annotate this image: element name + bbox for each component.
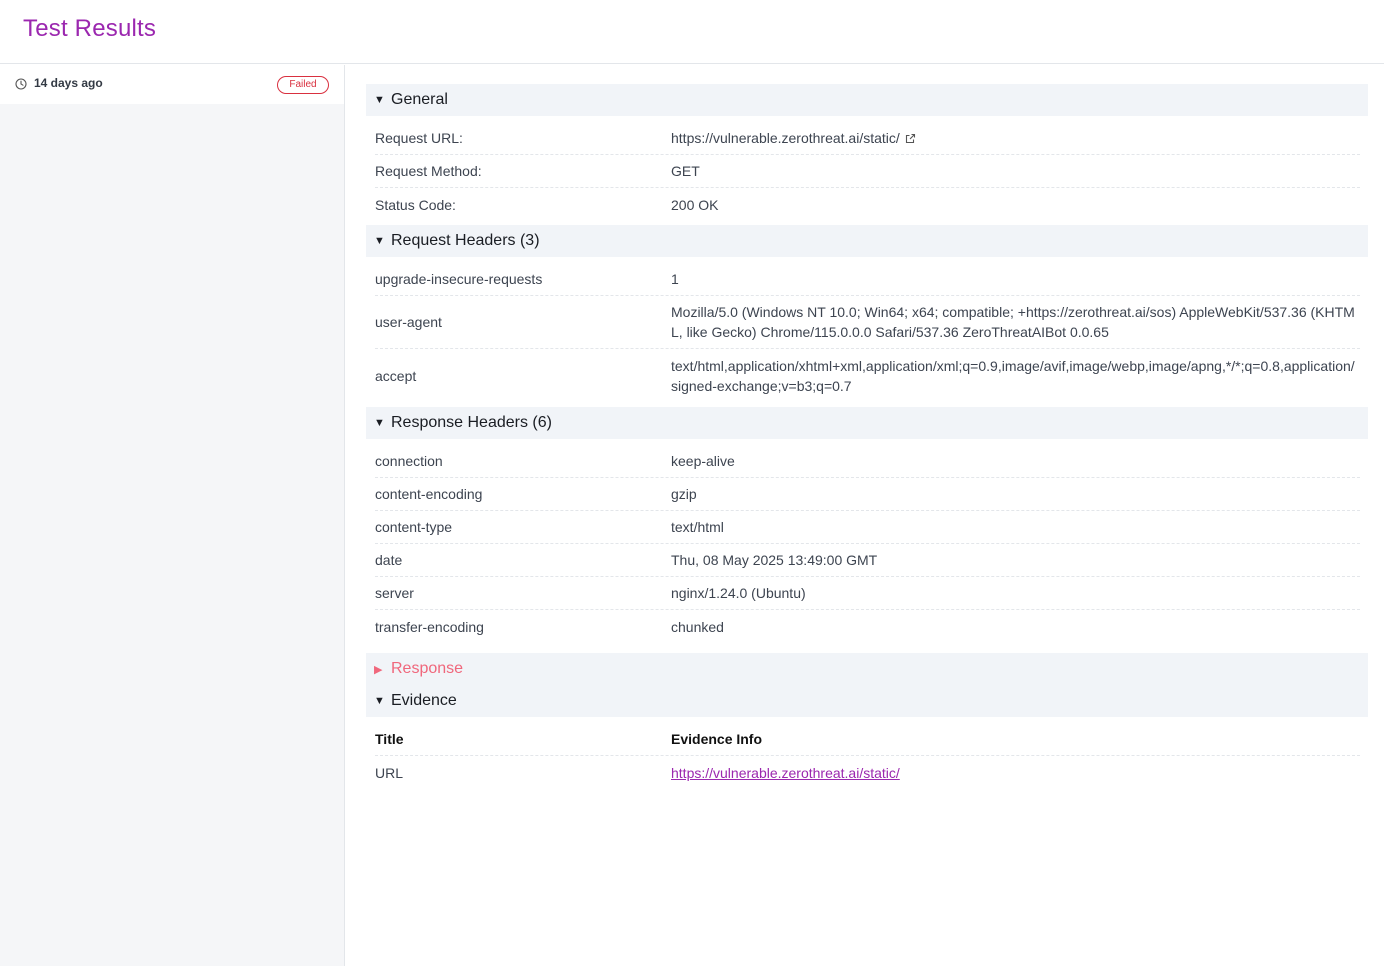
general-rows: Request URL: https://vulnerable.zerothre… <box>366 122 1368 221</box>
table-row: URL https://vulnerable.zerothreat.ai/sta… <box>375 756 1360 789</box>
table-row: upgrade-insecure-requests 1 <box>375 263 1360 296</box>
run-timestamp: 14 days ago <box>34 76 103 90</box>
row-value: https://vulnerable.zerothreat.ai/static/ <box>671 757 1360 789</box>
section-title: General <box>391 91 448 108</box>
section-request-headers-header[interactable]: ▼ Request Headers (3) <box>366 225 1368 257</box>
caret-right-icon: ▶ <box>374 663 383 676</box>
column-header-evidence-info: Evidence Info <box>671 731 763 747</box>
row-value: chunked <box>671 618 724 635</box>
table-row: server nginx/1.24.0 (Ubuntu) <box>375 577 1360 610</box>
row-key: user-agent <box>375 314 442 330</box>
row-key: connection <box>375 453 443 469</box>
row-value: text/html,application/xhtml+xml,applicat… <box>671 357 1355 394</box>
section-title: Request Headers (3) <box>391 232 540 249</box>
table-row: user-agent Mozilla/5.0 (Windows NT 10.0;… <box>375 296 1360 349</box>
sidebar: 14 days ago Failed <box>0 65 345 966</box>
table-row: transfer-encoding chunked <box>375 610 1360 643</box>
row-key: upgrade-insecure-requests <box>375 271 543 287</box>
caret-down-icon: ▼ <box>374 94 385 106</box>
request-url-link[interactable]: https://vulnerable.zerothreat.ai/static/ <box>671 130 900 146</box>
section-response-headers-header[interactable]: ▼ Response Headers (6) <box>366 407 1368 439</box>
external-link-icon[interactable] <box>905 133 916 144</box>
result-details: ▼ General Request URL: https://vulnerabl… <box>366 84 1368 789</box>
row-value: GET <box>671 163 700 179</box>
section-title: Response Headers (6) <box>391 414 552 431</box>
row-value: gzip <box>671 486 697 502</box>
row-value: Mozilla/5.0 (Windows NT 10.0; Win64; x64… <box>671 304 1355 340</box>
table-row: content-encoding gzip <box>375 478 1360 511</box>
section-response-header[interactable]: ▶ Response <box>366 653 1368 685</box>
top-bar: Test Results <box>0 0 1384 64</box>
column-header-title: Title <box>375 731 404 747</box>
row-value: text/html <box>671 519 724 535</box>
row-value: 200 OK <box>671 196 719 213</box>
section-title: Evidence <box>391 692 457 709</box>
row-key: Request URL: <box>375 130 463 146</box>
caret-down-icon: ▼ <box>374 235 385 247</box>
section-title: Response <box>391 660 464 677</box>
caret-down-icon: ▼ <box>374 695 385 707</box>
row-key: date <box>375 552 403 568</box>
request-headers-rows: upgrade-insecure-requests 1 user-agent M… <box>366 263 1368 402</box>
response-headers-rows: connection keep-alive content-encoding g… <box>366 445 1368 643</box>
row-key: Status Code: <box>375 196 456 213</box>
row-value: 1 <box>671 271 679 287</box>
section-evidence-header[interactable]: ▼ Evidence <box>366 685 1368 717</box>
row-value: Thu, 08 May 2025 13:49:00 GMT <box>671 552 878 568</box>
evidence-table-header: Title Evidence Info <box>375 723 1360 756</box>
evidence-rows: Title Evidence Info URL https://vulnerab… <box>366 723 1368 789</box>
row-key: content-type <box>375 519 453 535</box>
row-key: accept <box>375 367 417 384</box>
row-key: transfer-encoding <box>375 618 484 635</box>
table-row: connection keep-alive <box>375 445 1360 478</box>
row-key: content-encoding <box>375 486 483 502</box>
row-value: https://vulnerable.zerothreat.ai/static/ <box>671 122 1360 154</box>
table-row: Request URL: https://vulnerable.zerothre… <box>375 122 1360 155</box>
test-run-item[interactable]: 14 days ago Failed <box>0 65 344 104</box>
caret-down-icon: ▼ <box>374 417 385 429</box>
row-value: keep-alive <box>671 453 735 469</box>
table-row: content-type text/html <box>375 511 1360 544</box>
clock-icon <box>15 78 27 90</box>
status-badge: Failed <box>277 76 329 94</box>
row-value: nginx/1.24.0 (Ubuntu) <box>671 585 806 601</box>
table-row: Status Code: 200 OK <box>375 188 1360 221</box>
page-title: Test Results <box>23 15 157 42</box>
table-row: Request Method: GET <box>375 155 1360 188</box>
row-key: URL <box>375 764 404 781</box>
evidence-url-link[interactable]: https://vulnerable.zerothreat.ai/static/ <box>671 765 900 781</box>
row-key: Request Method: <box>375 163 482 179</box>
section-general-header[interactable]: ▼ General <box>366 84 1368 116</box>
table-row: accept text/html,application/xhtml+xml,a… <box>375 349 1360 402</box>
row-key: server <box>375 585 414 601</box>
table-row: date Thu, 08 May 2025 13:49:00 GMT <box>375 544 1360 577</box>
